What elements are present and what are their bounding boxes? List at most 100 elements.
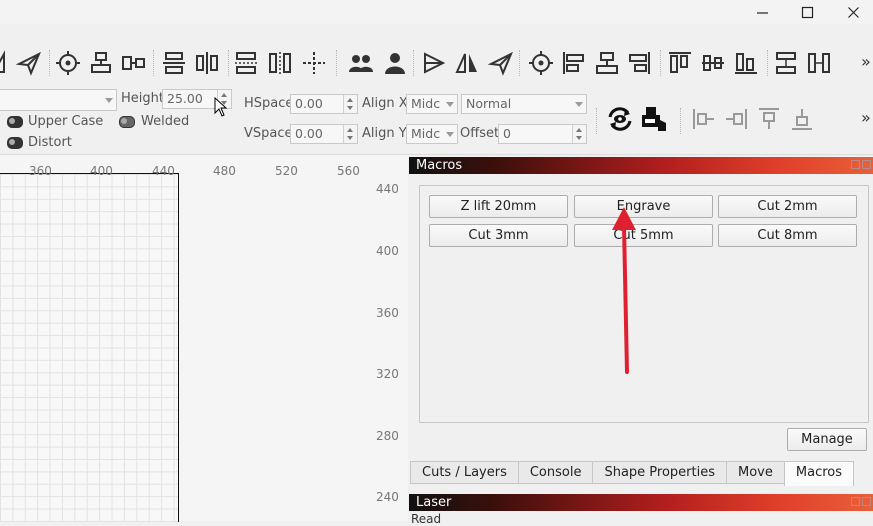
space-horizontal-icon[interactable]	[265, 48, 295, 78]
ruler-tick-right: 240	[376, 490, 399, 504]
ruler-tick-right: 320	[376, 367, 399, 381]
panel-float-close-icon[interactable]	[851, 497, 873, 508]
ruler-tick-right: 440	[376, 182, 399, 196]
mouse-cursor-icon	[214, 97, 228, 117]
send-angle-icon[interactable]	[486, 48, 516, 78]
align-top-center-icon[interactable]	[87, 48, 117, 78]
space-vertical-icon[interactable]	[231, 48, 261, 78]
mirror-icon[interactable]	[452, 48, 482, 78]
welded-toggle[interactable]	[119, 116, 135, 128]
laser-panel-title: Laser	[409, 494, 873, 511]
overflow-chevron-icon[interactable]: »	[861, 52, 871, 71]
macro-button-cut-2mm[interactable]: Cut 2mm	[718, 195, 857, 218]
offset-label: Offset	[460, 126, 500, 141]
design-canvas[interactable]: 360 400 440 480 520 560 440 400 360 320 …	[0, 155, 408, 522]
close-button[interactable]	[830, 0, 873, 24]
toolbar-separator	[519, 50, 521, 76]
ruler-tick-top: 560	[337, 164, 360, 178]
align-vmiddle-icon[interactable]	[698, 48, 728, 78]
minimize-button[interactable]	[739, 0, 785, 24]
refresh-eye-icon[interactable]	[605, 104, 635, 134]
align-middle-icon[interactable]	[119, 48, 149, 78]
ungroup-icon[interactable]	[380, 48, 410, 78]
align-right-icon[interactable]	[624, 48, 654, 78]
crosshair-dashed-icon[interactable]	[299, 48, 329, 78]
flip-horizontal-icon[interactable]	[419, 48, 449, 78]
tab-move[interactable]: Move	[726, 461, 784, 484]
macro-button-cut-5mm[interactable]: Cut 5mm	[574, 224, 713, 247]
macro-button-engrave[interactable]: Engrave	[574, 195, 713, 218]
macros-panel-title: Macros	[409, 157, 873, 174]
distribute-left-icon[interactable]	[689, 104, 719, 134]
tab-macros[interactable]: Macros	[783, 461, 855, 486]
maximize-icon	[801, 6, 813, 18]
macro-button-cut-3mm[interactable]: Cut 3mm	[429, 224, 568, 247]
minimize-icon	[756, 11, 768, 14]
target-center-icon[interactable]	[526, 48, 556, 78]
align-y-label: Align Y	[362, 126, 407, 141]
align-center-icon[interactable]	[592, 48, 622, 78]
overflow-chevron-icon[interactable]: »	[861, 108, 871, 127]
offset-field[interactable]: 0	[498, 124, 587, 144]
macro-buttons-area: Z lift 20mm Engrave Cut 2mm Cut 3mm Cut …	[419, 185, 869, 423]
vspace-spinner[interactable]	[343, 125, 357, 143]
vspace-field[interactable]: 0.00	[290, 124, 358, 144]
group-icon[interactable]	[346, 48, 376, 78]
distribute-vertical-icon[interactable]	[159, 48, 189, 78]
tab-cuts-layers[interactable]: Cuts / Layers	[410, 461, 518, 484]
laser-panel: Read	[409, 511, 873, 525]
align-x-label: Align X	[362, 96, 408, 111]
macro-button-cut-8mm[interactable]: Cut 8mm	[718, 224, 857, 247]
space-horizontal-icon[interactable]	[804, 48, 834, 78]
space-vertical-icon[interactable]	[771, 48, 801, 78]
distort-toggle[interactable]	[7, 137, 23, 149]
distribute-top-icon[interactable]	[754, 104, 784, 134]
tab-console[interactable]: Console	[517, 461, 593, 484]
close-icon	[847, 6, 859, 18]
toolbar-separator	[596, 108, 598, 134]
vspace-label: VSpace	[244, 126, 293, 141]
hspace-field[interactable]: 0.00	[290, 94, 358, 114]
hspace-label: HSpace	[244, 96, 294, 111]
macro-button-z-lift[interactable]: Z lift 20mm	[429, 195, 568, 218]
align-x-select[interactable]: Midc	[406, 94, 458, 114]
toolbar-separator	[413, 50, 415, 76]
window-title-bar	[0, 0, 873, 24]
align-top-icon[interactable]	[665, 48, 695, 78]
distribute-bottom-icon[interactable]	[787, 104, 817, 134]
align-left-icon[interactable]	[559, 48, 589, 78]
toolbar-separator	[660, 50, 662, 76]
ruler-tick-top: 360	[29, 164, 52, 178]
text-options-toolbar: Height 25.00 Upper Case Welded Distort H…	[0, 86, 873, 155]
distribute-horizontal-icon[interactable]	[192, 48, 222, 78]
ruler-tick-top: 520	[275, 164, 298, 178]
toolbar-separator	[228, 50, 230, 76]
align-bottom-icon[interactable]	[731, 48, 761, 78]
distribute-right-icon[interactable]	[721, 104, 751, 134]
upper-case-toggle[interactable]	[7, 116, 23, 128]
target-center-icon[interactable]	[53, 48, 83, 78]
panel-float-close-icon[interactable]	[851, 160, 873, 171]
distort-label: Distort	[28, 135, 72, 150]
work-area-grid[interactable]	[0, 173, 179, 522]
toolbar-separator	[680, 108, 682, 134]
ruler-tick-top: 480	[213, 164, 236, 178]
send-angle-icon[interactable]	[14, 48, 44, 78]
ruler-tick-right: 360	[376, 306, 399, 320]
text-mode-select[interactable]: Normal	[461, 94, 587, 114]
align-y-select[interactable]: Midc	[406, 124, 458, 144]
hspace-spinner[interactable]	[343, 95, 357, 113]
manage-macros-button[interactable]: Manage	[787, 428, 867, 451]
maximize-button[interactable]	[784, 0, 830, 24]
offset-spinner[interactable]	[572, 125, 586, 143]
height-label: Height	[121, 91, 164, 106]
laser-machine-icon[interactable]	[639, 104, 669, 134]
toolbar-separator	[153, 50, 155, 76]
welded-label: Welded	[141, 114, 190, 129]
toolbar-separator	[767, 50, 769, 76]
ruler-tick-top: 400	[90, 164, 113, 178]
font-select[interactable]	[0, 89, 117, 111]
tab-shape-properties[interactable]: Shape Properties	[592, 461, 727, 484]
upper-case-label: Upper Case	[28, 114, 104, 129]
ruler-tick-top: 440	[152, 164, 175, 178]
